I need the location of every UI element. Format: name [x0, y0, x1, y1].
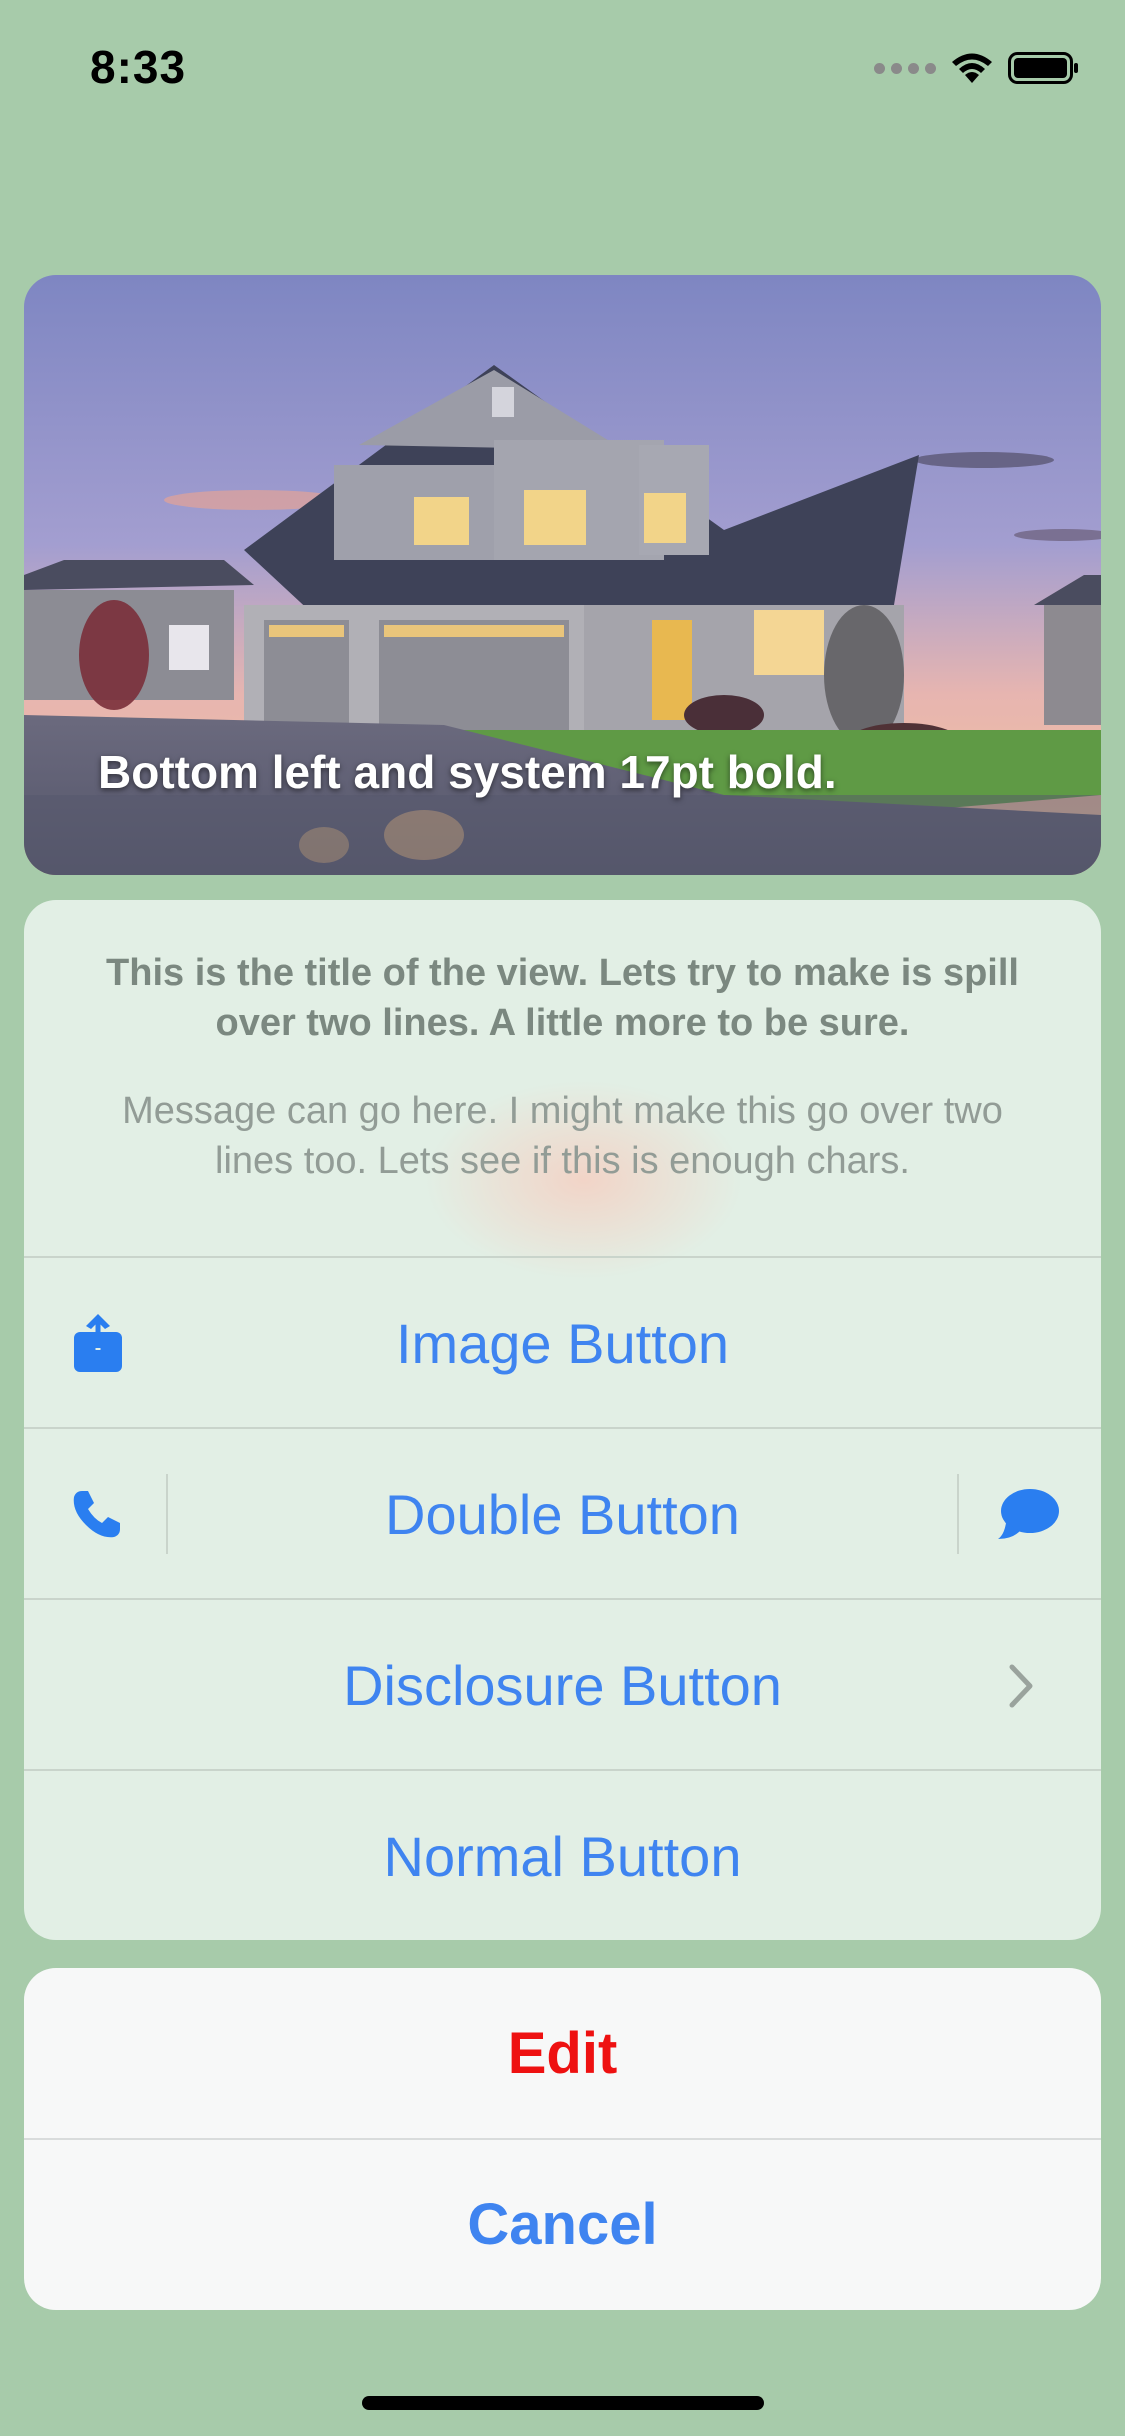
image-button[interactable]: Image Button	[24, 1256, 1101, 1429]
image-button-label: Image Button	[395, 1312, 730, 1375]
normal-button-label: Normal Button	[383, 1825, 742, 1888]
edit-button[interactable]: Edit	[24, 1968, 1101, 2139]
status-time: 8:33	[90, 41, 187, 93]
divider-left	[166, 1474, 168, 1554]
cancel-button-label: Cancel	[467, 2192, 658, 2257]
status-bar: 8:33	[0, 0, 1125, 135]
double-button[interactable]: Double Button	[24, 1427, 1101, 1600]
double-button-label: Double Button	[385, 1483, 740, 1546]
hero-image-card: Bottom left and system 17pt bold.	[24, 275, 1101, 875]
disclosure-button-label: Disclosure Button	[343, 1654, 782, 1717]
divider-right	[957, 1474, 959, 1554]
phone-icon[interactable]	[68, 1429, 124, 1600]
disclosure-button[interactable]: Disclosure Button	[24, 1598, 1101, 1771]
home-indicator[interactable]	[362, 2396, 764, 2410]
wifi-icon	[952, 53, 992, 83]
normal-button[interactable]: Normal Button	[24, 1769, 1101, 1940]
chevron-right-icon	[1006, 1600, 1036, 1771]
sheet-title: This is the title of the view. Lets try …	[106, 952, 1019, 1044]
sheet-message: Message can go here. I might make this g…	[122, 1090, 1003, 1182]
hero-caption: Bottom left and system 17pt bold.	[98, 746, 837, 798]
cancel-group: Edit Cancel	[24, 1968, 1101, 2310]
sheet-header: This is the title of the view. Lets try …	[24, 900, 1101, 1256]
action-sheet: This is the title of the view. Lets try …	[24, 900, 1101, 1940]
battery-icon	[1008, 52, 1078, 84]
cancel-button[interactable]: Cancel	[24, 2139, 1101, 2310]
status-icons	[874, 48, 1080, 88]
message-bubble-icon[interactable]	[998, 1429, 1060, 1600]
share-icon	[72, 1258, 124, 1429]
edit-button-label: Edit	[507, 2021, 618, 2086]
signal-dots-icon	[874, 62, 936, 74]
